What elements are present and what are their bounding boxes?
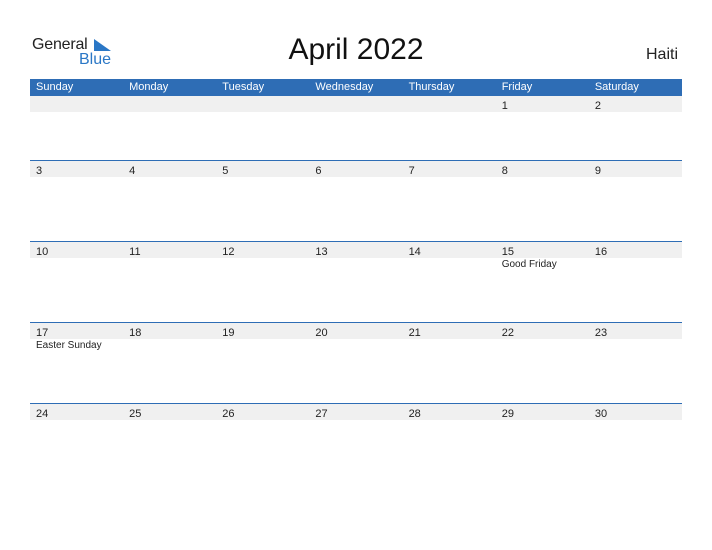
day-cell: 29 — [496, 404, 589, 420]
day-cell: 14 — [403, 242, 496, 258]
day-cell: 22 — [496, 323, 589, 339]
day-number: 20 — [315, 327, 328, 339]
day-number: 28 — [408, 408, 421, 420]
week-row: 10 11 12 13 14 15 Good Friday 16 — [30, 241, 682, 322]
day-cell: 9 — [589, 161, 682, 177]
day-number: 7 — [408, 165, 415, 177]
day-cell — [309, 96, 402, 112]
week-date-strip: 24 25 26 27 28 29 30 — [30, 403, 682, 420]
day-cell: 16 — [589, 242, 682, 258]
weekday-sunday: Sunday — [36, 81, 74, 93]
day-cell — [216, 96, 309, 112]
day-cell: 5 — [216, 161, 309, 177]
day-cell: 20 — [309, 323, 402, 339]
country-label: Haiti — [645, 46, 678, 63]
day-number: 2 — [594, 100, 601, 112]
calendar-title: April 2022 — [288, 33, 424, 66]
day-number: 15 — [501, 246, 514, 258]
day-cell: 17 Easter Sunday — [30, 323, 123, 351]
day-number: 8 — [501, 165, 508, 177]
week-row: 17 Easter Sunday 18 19 20 21 22 23 — [30, 322, 682, 403]
day-number: 10 — [36, 246, 49, 258]
day-number: 14 — [408, 246, 421, 258]
holiday-label: Good Friday — [501, 259, 557, 270]
day-number: 16 — [594, 246, 608, 258]
day-number: 3 — [36, 165, 43, 177]
day-cell: 6 — [309, 161, 402, 177]
day-number: 24 — [36, 408, 49, 420]
week-row: 3 4 5 6 7 8 9 — [30, 160, 682, 241]
day-cell — [403, 96, 496, 112]
weekday-thursday: Thursday — [408, 81, 455, 93]
day-cell: 25 — [123, 404, 216, 420]
weekday-wednesday: Wednesday — [315, 81, 374, 93]
week-row: 12 — [30, 96, 682, 160]
day-cell: 28 — [403, 404, 496, 420]
day-cell: 8 — [496, 161, 589, 177]
weekday-saturday: Saturday — [594, 81, 639, 93]
day-number: 4 — [129, 165, 136, 177]
day-number: 17 — [36, 327, 49, 339]
day-cell: 27 — [309, 404, 402, 420]
day-number: 21 — [408, 327, 421, 339]
day-number: 18 — [129, 327, 142, 339]
day-number: 19 — [222, 327, 235, 339]
day-cell — [123, 96, 216, 112]
week-row: 24 25 26 27 28 29 30 — [30, 403, 682, 484]
weekday-tuesday: Tuesday — [222, 81, 265, 93]
day-cell: 23 — [589, 323, 682, 339]
day-number: 27 — [315, 408, 328, 420]
day-cell: 11 — [123, 242, 216, 258]
day-cell: 13 — [309, 242, 402, 258]
weekday-header: Sunday Monday Tuesday Wednesday Thursday… — [30, 79, 682, 96]
day-cell: 19 — [216, 323, 309, 339]
week-date-strip: 3 4 5 6 7 8 9 — [30, 160, 682, 177]
day-number: 25 — [129, 408, 142, 420]
day-number: 26 — [222, 408, 235, 420]
day-cell: 30 — [589, 404, 682, 420]
day-number: 12 — [222, 246, 235, 258]
day-cell: 10 — [30, 242, 123, 258]
day-number: 5 — [222, 165, 229, 177]
day-cell: 1 — [496, 96, 589, 112]
day-cell: 7 — [403, 161, 496, 177]
weekday-friday: Friday — [501, 81, 533, 93]
day-cell: 21 — [403, 323, 496, 339]
day-number: 11 — [129, 246, 141, 258]
day-number: 9 — [594, 165, 601, 177]
week-date-strip: 12 — [30, 96, 682, 112]
day-cell: 3 — [30, 161, 123, 177]
day-number: 1 — [501, 100, 508, 112]
day-cell: 12 — [216, 242, 309, 258]
calendar-grid: Sunday Monday Tuesday Wednesday Thursday… — [30, 79, 682, 484]
day-cell: 4 — [123, 161, 216, 177]
week-date-strip: 17 Easter Sunday 18 19 20 21 22 23 — [30, 322, 682, 351]
day-cell: 26 — [216, 404, 309, 420]
day-number: 30 — [594, 408, 608, 420]
day-number: 23 — [594, 327, 608, 339]
day-cell: 15 Good Friday — [496, 242, 589, 270]
week-date-strip: 10 11 12 13 14 15 Good Friday 16 — [30, 241, 682, 270]
day-number: 13 — [315, 246, 328, 258]
day-number: 29 — [501, 408, 514, 420]
day-cell — [30, 96, 123, 112]
day-cell: 18 — [123, 323, 216, 339]
day-number: 22 — [501, 327, 514, 339]
weekday-monday: Monday — [129, 81, 169, 93]
day-number: 6 — [315, 165, 322, 177]
holiday-label: Easter Sunday — [36, 340, 102, 351]
day-cell: 24 — [30, 404, 123, 420]
day-cell: 2 — [589, 96, 682, 112]
